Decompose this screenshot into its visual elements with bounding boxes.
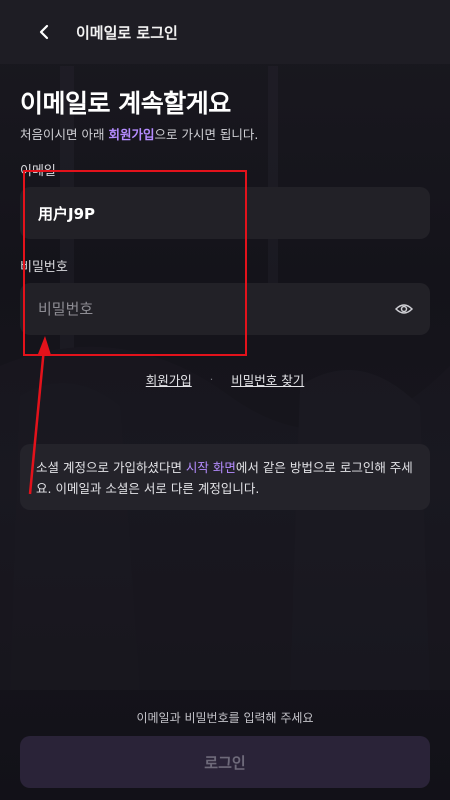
notice-prefix: 소셜 계정으로 가입하셨다면 [36,460,186,475]
annotation-arrow [28,336,51,495]
signup-link[interactable]: 회원가입 [146,370,192,389]
subtitle-prefix: 처음이시면 아래 [20,127,109,142]
subtitle-suffix: 으로 가시면 됩니다. [154,127,259,142]
input-hint: 이메일과 비밀번호를 입력해 주세요 [136,711,314,725]
auth-links: 회원가입 · 비밀번호 찾기 [0,370,450,389]
top-bar: 이메일로 로그인 [0,0,450,64]
annotation-highlight-box [23,170,247,356]
subtitle-signup-link[interactable]: 회원가입 [108,127,154,142]
back-button[interactable] [22,10,66,54]
notice-start-screen-link[interactable]: 시작 화면 [186,460,236,475]
login-button[interactable]: 로그인 [20,736,430,788]
eye-icon [394,304,413,314]
show-password-toggle[interactable] [393,298,414,320]
find-password-link[interactable]: 비밀번호 찾기 [231,370,304,389]
chevron-left-icon [39,24,49,40]
email-login-screen: 이메일로 로그인 이메일로 계속할게요 처음이시면 아래 회원가입으로 가시면 … [0,0,450,800]
link-separator: · [209,373,214,386]
social-login-notice: 소셜 계정으로 가입하셨다면 시작 화면에서 같은 방법으로 로그인해 주세요.… [20,444,430,510]
page-title: 이메일로 로그인 [76,23,178,42]
subtitle: 처음이시면 아래 회원가입으로 가시면 됩니다. [20,124,258,143]
heading: 이메일로 계속할게요 [20,89,231,118]
